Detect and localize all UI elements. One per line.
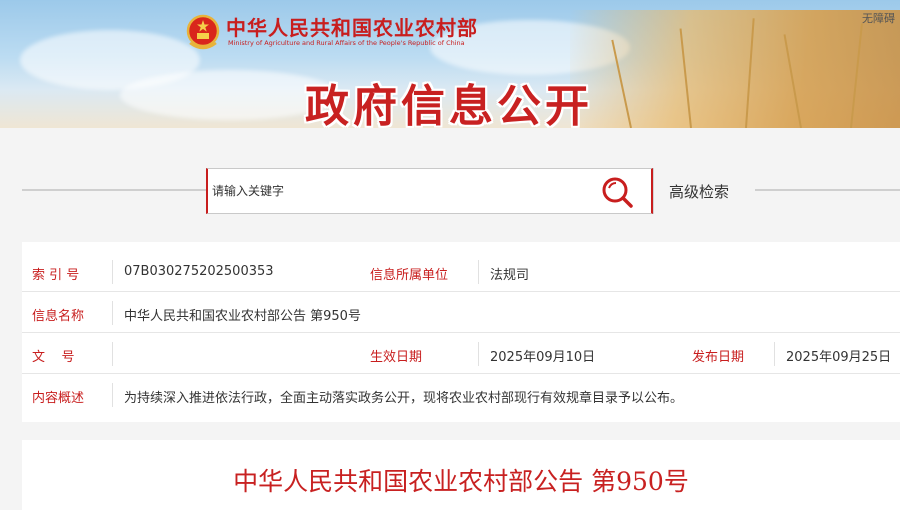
org-label: 信息所属单位 bbox=[370, 268, 449, 283]
search-box bbox=[206, 168, 653, 214]
search-section: 高级检索 bbox=[0, 128, 900, 238]
table-row: 文 号 生效日期 2025年09月10日 发布日期 2025年09月25日 bbox=[22, 334, 900, 374]
index-label: 索 引 号 bbox=[32, 268, 80, 283]
decorative-line bbox=[755, 189, 900, 191]
header-banner: 中华人民共和国农业农村部 Ministry of Agriculture and… bbox=[0, 0, 900, 128]
ministry-name: 中华人民共和国农业农村部 bbox=[226, 16, 478, 40]
effective-date-label: 生效日期 bbox=[370, 350, 423, 365]
info-metadata-table: 索 引 号 07B030275202500353 信息所属单位 法规司 信息名称… bbox=[22, 242, 900, 422]
effective-date-value: 2025年09月10日 bbox=[490, 350, 596, 365]
ministry-name-english: Ministry of Agriculture and Rural Affair… bbox=[228, 39, 465, 47]
notice-title: 中华人民共和国农业农村部公告 第950号 bbox=[233, 467, 689, 496]
notice-card: 中华人民共和国农业农村部公告 第950号 bbox=[22, 440, 900, 510]
search-icon[interactable] bbox=[600, 175, 636, 209]
doc-number-label: 文 号 bbox=[32, 350, 75, 365]
org-value: 法规司 bbox=[490, 268, 530, 283]
publish-date-value: 2025年09月25日 bbox=[786, 350, 892, 365]
summary-label: 内容概述 bbox=[32, 391, 85, 406]
national-emblem-icon bbox=[186, 14, 220, 50]
table-row: 索 引 号 07B030275202500353 信息所属单位 法规司 bbox=[22, 252, 900, 292]
table-row: 内容概述 为持续深入推进依法行政，全面主动落实政务公开，现将农业农村部现行有效规… bbox=[22, 375, 900, 415]
search-input[interactable] bbox=[208, 169, 588, 213]
wheat-field-image bbox=[570, 10, 900, 128]
name-value: 中华人民共和国农业农村部公告 第950号 bbox=[124, 309, 361, 324]
index-value: 07B030275202500353 bbox=[124, 264, 274, 279]
accessibility-link[interactable]: 无障碍 bbox=[862, 10, 900, 26]
publish-date-label: 发布日期 bbox=[692, 350, 745, 365]
decorative-line bbox=[22, 189, 208, 191]
table-row: 信息名称 中华人民共和国农业农村部公告 第950号 bbox=[22, 293, 900, 333]
summary-value: 为持续深入推进依法行政，全面主动落实政务公开，现将农业农村部现行有效规章目录予以… bbox=[124, 391, 684, 406]
banner-title: 政府信息公开 bbox=[305, 81, 593, 128]
divider bbox=[653, 168, 654, 214]
name-label: 信息名称 bbox=[32, 309, 85, 324]
advanced-search-link[interactable]: 高级检索 bbox=[669, 181, 729, 202]
